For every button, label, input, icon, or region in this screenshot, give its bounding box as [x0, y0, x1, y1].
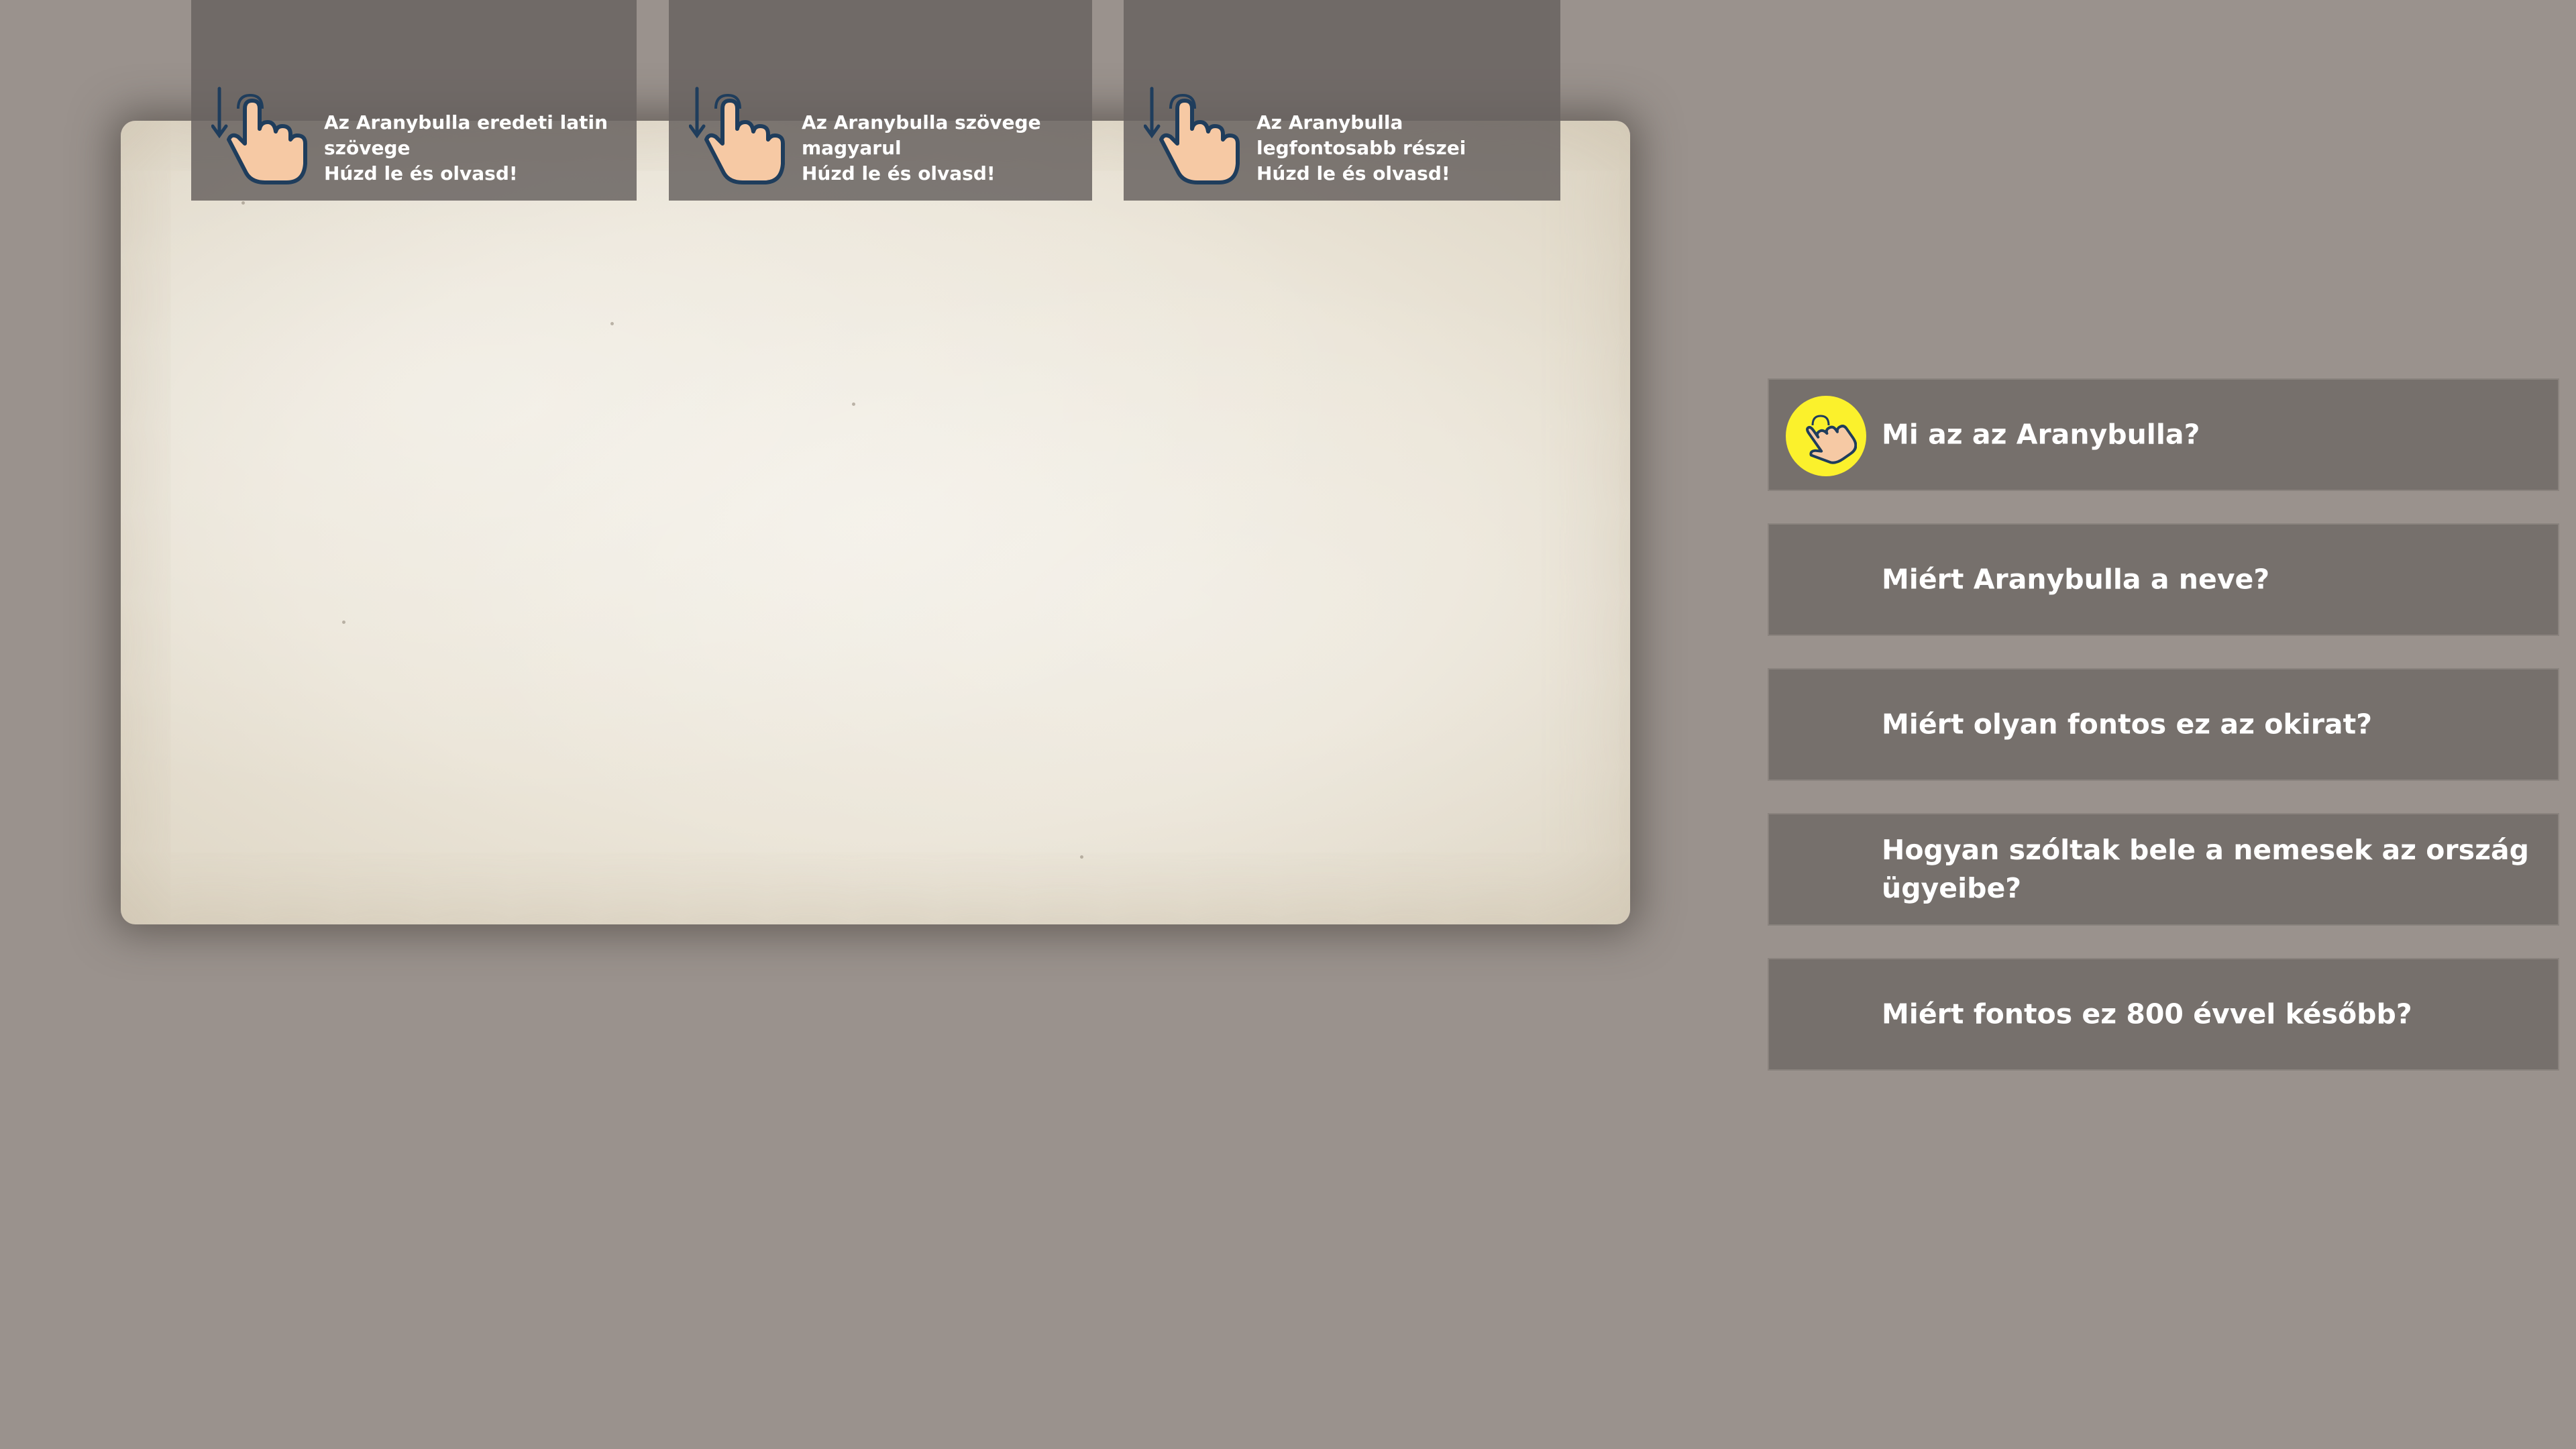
tap-hand-icon: [1806, 415, 1857, 464]
swipe-down-hand-icon: [211, 87, 307, 184]
swipe-down-hand-icon: [1144, 87, 1240, 184]
question-button-importance[interactable]: Miért olyan fontos ez az okirat?: [1768, 668, 2559, 781]
tab-hint: Húzd le és olvasd!: [324, 162, 518, 184]
question-button-name-origin[interactable]: Miért Aranybulla a neve?: [1768, 523, 2559, 636]
tab-hint: Húzd le és olvasd!: [802, 162, 996, 184]
paper-speck: [241, 201, 245, 205]
question-label: Miért fontos ez 800 évvel később?: [1882, 998, 2412, 1030]
paper-speck: [610, 322, 614, 325]
question-label: Miért Aranybulla a neve?: [1882, 563, 2270, 596]
question-label: Mi az az Aranybulla?: [1882, 418, 2200, 451]
paper-speck: [852, 402, 855, 406]
question-button-nobles[interactable]: Hogyan szóltak bele a nemesek az ország …: [1768, 813, 2559, 926]
paper-speck: [1080, 855, 1083, 859]
tab-hungarian-text[interactable]: Az Aranybulla szövege magyarul Húzd le é…: [669, 0, 1092, 201]
question-button-800-years[interactable]: Miért fontos ez 800 évvel később?: [1768, 958, 2559, 1071]
tab-title: Az Aranybulla szövege magyarul: [802, 111, 1041, 159]
question-label: Miért olyan fontos ez az okirat?: [1882, 708, 2372, 741]
parchment-reading-panel: [121, 121, 1630, 924]
tab-key-parts[interactable]: Az Aranybulla legfontosabb részei Húzd l…: [1124, 0, 1560, 201]
question-label: Hogyan szóltak bele a nemesek az ország …: [1882, 834, 2529, 904]
tab-title: Az Aranybulla legfontosabb részei: [1256, 111, 1466, 159]
swipe-down-hand-icon: [689, 87, 785, 184]
active-indicator-badge: [1786, 396, 1866, 476]
tab-title: Az Aranybulla eredeti latin szövege: [324, 111, 608, 159]
tab-latin-text[interactable]: Az Aranybulla eredeti latin szövege Húzd…: [191, 0, 637, 201]
question-button-what-is[interactable]: Mi az az Aranybulla?: [1768, 378, 2559, 491]
tab-hint: Húzd le és olvasd!: [1256, 162, 1450, 184]
paper-speck: [342, 621, 345, 624]
